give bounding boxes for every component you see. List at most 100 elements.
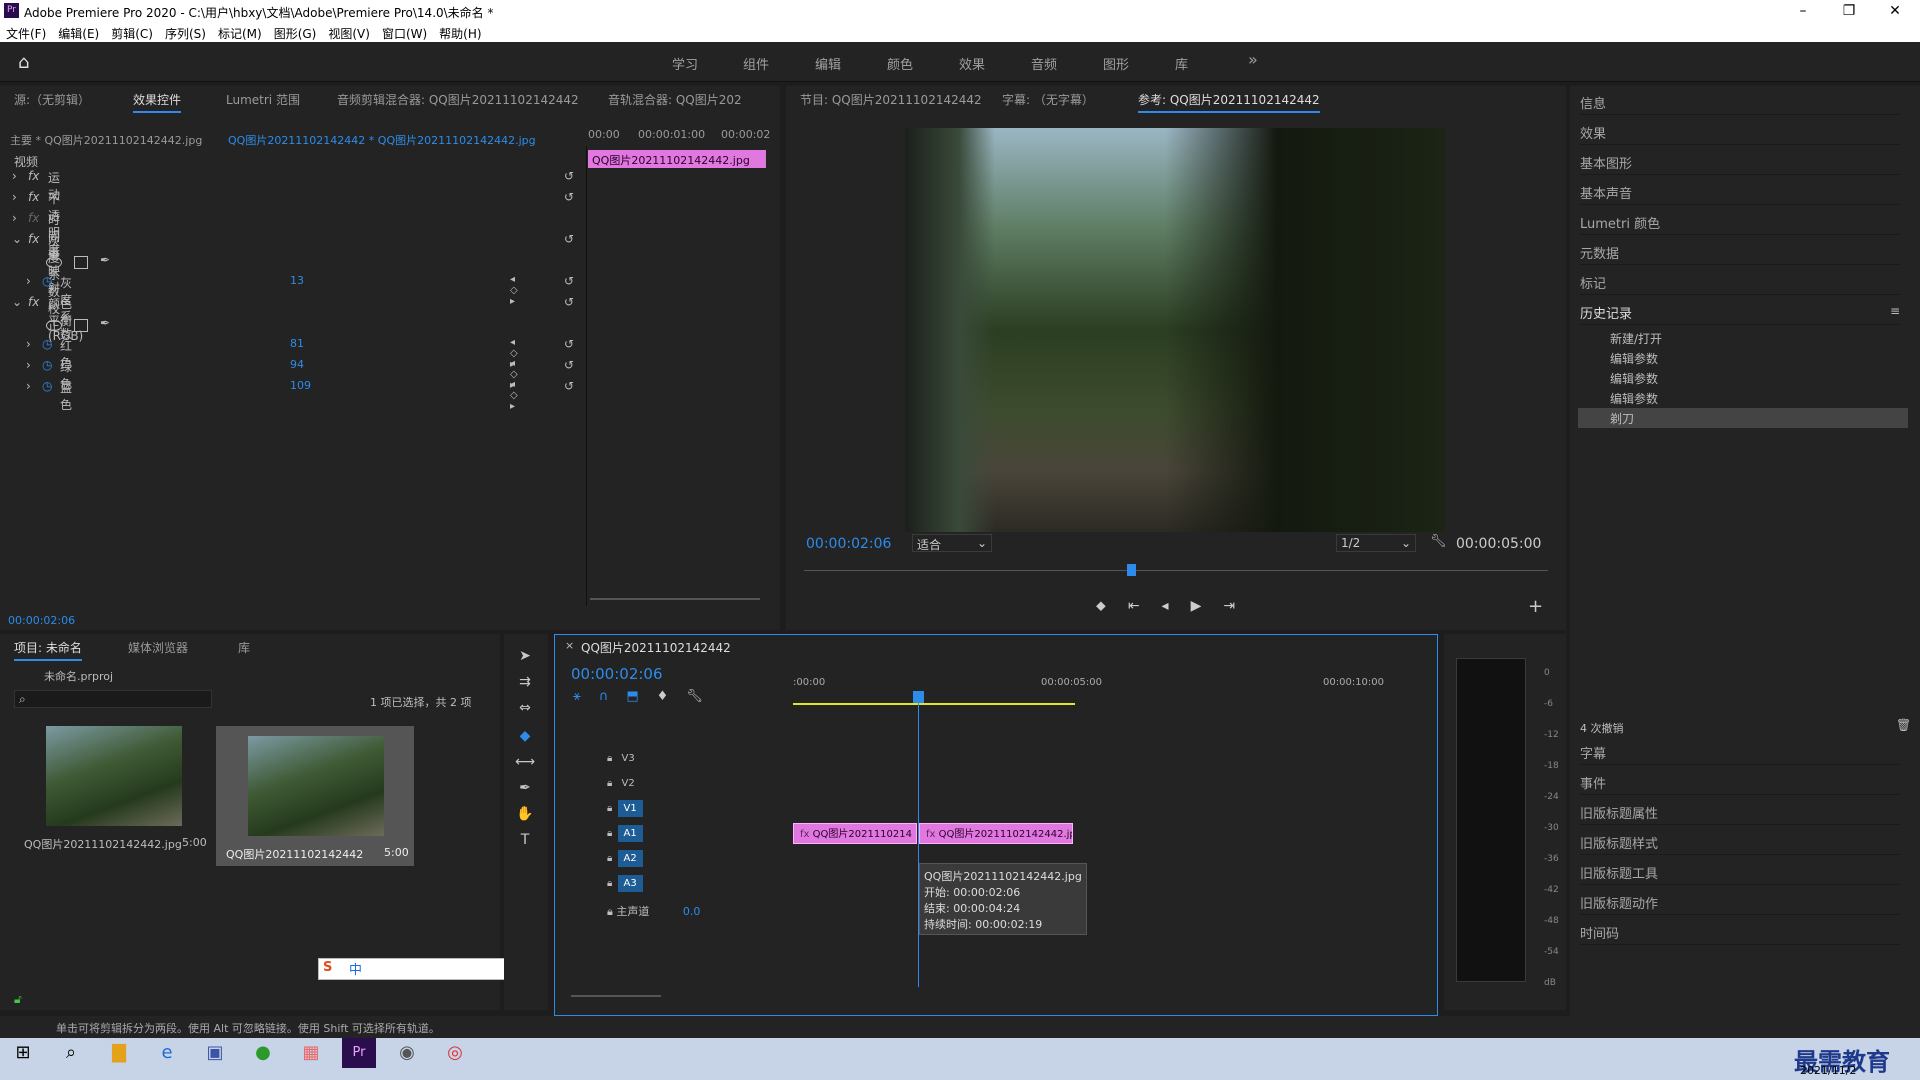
panel-info[interactable]: 信息 (1580, 86, 1900, 115)
tab-audio-clip-mixer[interactable]: 音频剪辑混合器: QQ图片20211102142442 (337, 91, 579, 108)
tab-media-browser[interactable]: 媒体浏览器 (128, 639, 188, 656)
tab-lumetri-scopes[interactable]: Lumetri 范围 (226, 91, 300, 108)
play-icon[interactable]: ▶ (1191, 598, 1224, 614)
lock-track-icon[interactable]: 🔒︎ (607, 878, 612, 889)
hand-tool-icon[interactable]: ✋ (514, 806, 536, 828)
app-icon[interactable]: ● (246, 1038, 280, 1068)
ripple-edit-icon[interactable]: ⇔ (514, 700, 536, 722)
ws-graphics[interactable]: 图形 (1103, 54, 1129, 73)
playhead-marker-icon[interactable] (1127, 564, 1136, 576)
keyframe-nav-icon[interactable]: ◂ ◇ ▸ (510, 379, 518, 412)
panel-effects[interactable]: 效果 (1580, 116, 1900, 145)
menu-view[interactable]: 视图(V) (322, 22, 376, 42)
lock-track-icon[interactable]: 🔒︎ (607, 753, 612, 764)
panel-legacy-title-props[interactable]: 旧版标题属性 (1580, 796, 1900, 825)
panel-markers[interactable]: 标记 (1580, 266, 1900, 295)
menu-sequence[interactable]: 序列(S) (159, 22, 212, 42)
home-icon[interactable]: ⌂ (18, 52, 29, 73)
add-button-icon[interactable]: + (1528, 596, 1543, 617)
timeline-ruler[interactable]: :00:00 00:00:05:00 00:00:10:00 (793, 677, 1413, 693)
step-back-icon[interactable]: ◂ (1162, 598, 1191, 614)
history-item-edit[interactable]: 编辑参数 (1610, 390, 1658, 407)
project-item[interactable]: QQ图片20211102142442.jpg 5:00 (14, 726, 207, 856)
pen-mask-icon[interactable]: ✒ (100, 316, 110, 330)
panel-lumetri-color[interactable]: Lumetri 颜色 (1580, 206, 1900, 235)
tab-program[interactable]: 节目: QQ图片20211102142442 (800, 91, 982, 108)
history-item-new[interactable]: 新建/打开 (1610, 330, 1662, 347)
program-timecode[interactable]: 00:00:02:06 (806, 536, 891, 552)
project-item-selected[interactable]: QQ图片20211102142442 5:00 (216, 726, 414, 866)
linked-selection-icon[interactable]: ⬒ (626, 689, 656, 704)
windows-start-icon[interactable]: ⊞ (6, 1038, 40, 1068)
close-icon[interactable]: ✕ (1872, 0, 1918, 22)
lock-icon[interactable]: 🔓︎ (14, 992, 22, 1007)
marker-icon[interactable]: ⬥ (1096, 598, 1128, 614)
panel-essential-sound[interactable]: 基本声音 (1580, 176, 1900, 205)
file-explorer-icon[interactable]: ▇ (102, 1038, 136, 1068)
history-item-edit[interactable]: 编辑参数 (1610, 350, 1658, 367)
menu-edit[interactable]: 编辑(E) (52, 22, 105, 42)
ws-audio[interactable]: 音频 (1031, 54, 1057, 73)
project-search-input[interactable]: ⌕ (14, 690, 212, 708)
app-icon[interactable]: ◉ (390, 1038, 424, 1068)
stopwatch-icon[interactable]: ◷ (42, 337, 52, 351)
menu-clip[interactable]: 剪辑(C) (105, 22, 159, 42)
ws-editing[interactable]: 编辑 (815, 54, 841, 73)
panel-timecode[interactable]: 时间码 (1580, 916, 1900, 945)
ec-zoom-scrollbar[interactable] (590, 598, 760, 600)
premiere-taskbar-icon[interactable]: Pr (342, 1038, 376, 1068)
menu-help[interactable]: 帮助(H) (433, 22, 487, 42)
reset-icon[interactable]: ↺ (564, 337, 574, 351)
history-item-edit[interactable]: 编辑参数 (1610, 370, 1658, 387)
timeline-clip-2[interactable]: fx QQ图片20211102142442.jp (919, 823, 1073, 844)
master-clip-label[interactable]: 主要 * QQ图片20211102142442.jpg (10, 132, 202, 148)
app-icon[interactable]: ▦ (294, 1038, 328, 1068)
pen-mask-icon[interactable]: ✒ (100, 253, 110, 267)
menu-marker[interactable]: 标记(M) (212, 22, 268, 42)
panel-events[interactable]: 事件 (1580, 766, 1900, 795)
panel-legacy-title-actions[interactable]: 旧版标题动作 (1580, 886, 1900, 915)
pen-tool-icon[interactable]: ✒ (514, 780, 536, 802)
tab-sequence[interactable]: QQ图片20211102142442 (581, 639, 731, 656)
sequence-clip-label[interactable]: QQ图片20211102142442 * QQ图片20211102142442.… (228, 132, 536, 148)
menu-graphics[interactable]: 图形(G) (268, 22, 323, 42)
ec-clip-bar[interactable]: QQ图片20211102142442.jpg (588, 150, 766, 168)
playhead-icon[interactable] (913, 691, 924, 703)
edge-icon[interactable]: e (150, 1038, 184, 1068)
panel-legacy-title-styles[interactable]: 旧版标题样式 (1580, 826, 1900, 855)
reset-icon[interactable]: ↺ (564, 358, 574, 372)
tab-reference[interactable]: 参考: QQ图片20211102142442 (1138, 91, 1320, 113)
slip-tool-icon[interactable]: ⟷ (514, 754, 536, 776)
reset-icon[interactable]: ↺ (564, 295, 574, 309)
razor-tool-icon[interactable]: ◆ (514, 728, 536, 750)
history-item-razor-row[interactable]: 剃刀 (1578, 408, 1908, 428)
program-scrubber[interactable] (804, 570, 1548, 571)
menu-file[interactable]: 文件(F) (0, 22, 52, 42)
snap-icon[interactable]: ∩ (599, 689, 627, 704)
trash-icon[interactable]: 🗑︎ (1896, 718, 1911, 732)
timeline-zoom-scrollbar[interactable] (571, 995, 661, 997)
chrome-icon[interactable]: ◎ (438, 1038, 472, 1068)
track-select-icon[interactable]: ⇉ (514, 674, 536, 696)
ellipse-mask-icon[interactable] (46, 257, 62, 268)
program-video-frame[interactable] (905, 128, 1445, 532)
panel-essential-graphics[interactable]: 基本图形 (1580, 146, 1900, 175)
reset-icon[interactable]: ↺ (564, 169, 574, 183)
search-icon[interactable]: ⌕ (54, 1038, 88, 1068)
history-menu-icon[interactable]: ≡ (1890, 304, 1900, 318)
red-value[interactable]: 81 (290, 337, 304, 350)
restore-icon[interactable]: ❐ (1826, 0, 1872, 22)
timeline-settings-icon[interactable]: 🔧︎ (686, 689, 721, 704)
go-to-out-icon[interactable]: ⇥ (1223, 598, 1257, 614)
lock-track-icon[interactable]: 🔒︎ (607, 905, 613, 918)
nest-icon[interactable]: ⚹ (573, 689, 599, 704)
gamma-value[interactable]: 13 (290, 274, 304, 287)
panel-captions[interactable]: 字幕 (1580, 736, 1900, 765)
tab-project[interactable]: 项目: 未命名 (14, 639, 82, 661)
tab-audio-track-mixer[interactable]: 音轨混合器: QQ图片202 (608, 91, 742, 108)
lock-track-icon[interactable]: 🔒︎ (607, 853, 612, 864)
app-icon[interactable]: ▣ (198, 1038, 232, 1068)
reset-icon[interactable]: ↺ (564, 274, 574, 288)
go-to-in-icon[interactable]: ⇤ (1128, 598, 1162, 614)
green-value[interactable]: 94 (290, 358, 304, 371)
